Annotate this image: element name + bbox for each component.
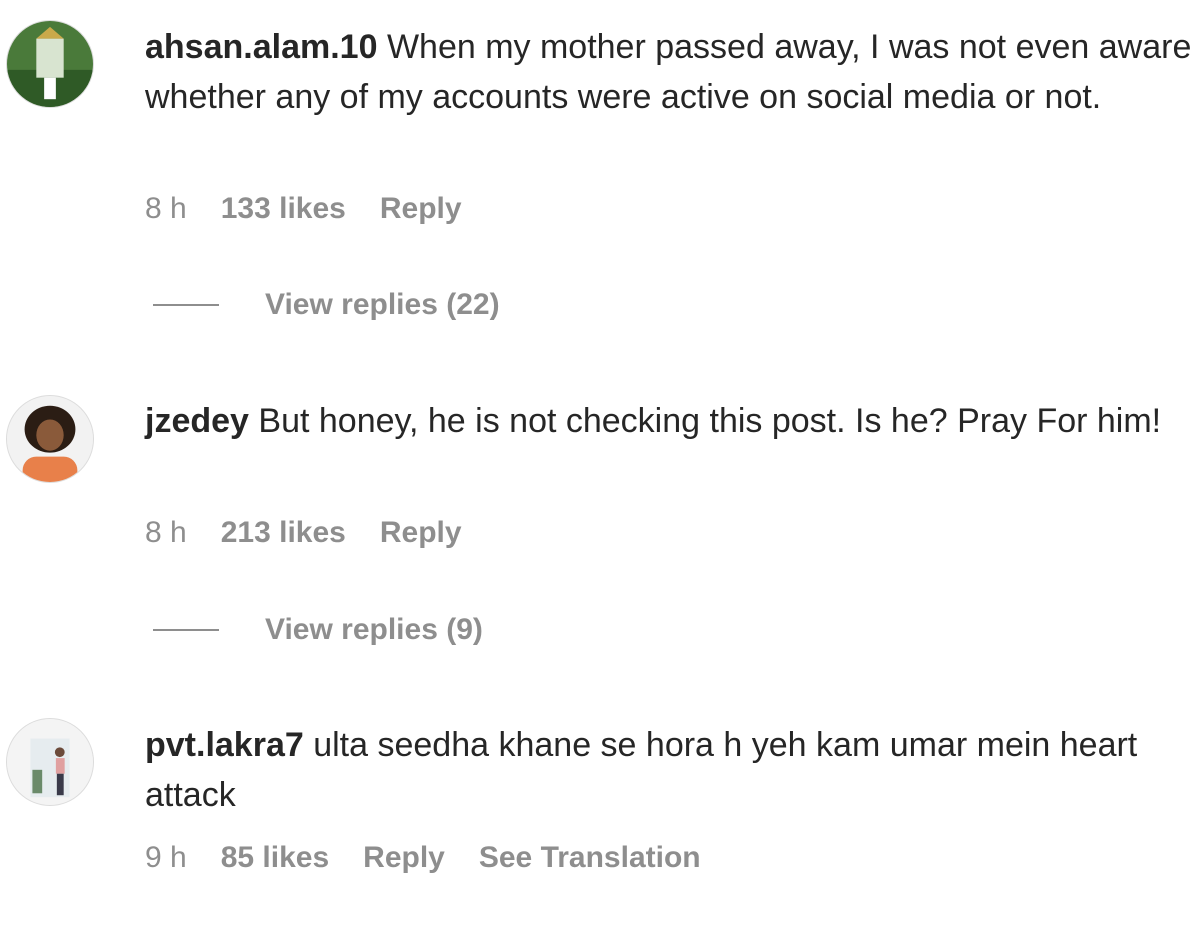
comment-text: pvt.lakra7 ulta seedha khane se hora h y… xyxy=(145,720,1195,820)
comment-text: jzedey But honey, he is not checking thi… xyxy=(145,396,1195,446)
view-replies-label: View replies (9) xyxy=(265,613,483,646)
reply-button[interactable]: Reply xyxy=(363,841,445,875)
comment-time: 8 h xyxy=(145,516,187,549)
comment-text: ahsan.alam.10 When my mother passed away… xyxy=(145,22,1195,122)
comment-meta: 8 h 213 likes Reply xyxy=(145,516,496,550)
avatar-image xyxy=(7,396,93,482)
comment-body: But honey, he is not checking this post.… xyxy=(258,402,1162,440)
comment-username[interactable]: pvt.lakra7 xyxy=(145,726,304,764)
comment-username[interactable]: ahsan.alam.10 xyxy=(145,28,377,66)
likes-count[interactable]: 213 likes xyxy=(221,516,346,550)
avatar-image xyxy=(7,21,93,107)
likes-count[interactable]: 85 likes xyxy=(221,841,329,875)
comment-time: 8 h xyxy=(145,192,187,225)
view-replies-label: View replies (22) xyxy=(265,288,500,321)
comment-meta: 9 h 85 likes Reply See Translation xyxy=(145,841,735,875)
avatar[interactable] xyxy=(6,718,94,806)
avatar[interactable] xyxy=(6,20,94,108)
reply-button[interactable]: Reply xyxy=(380,192,462,226)
likes-count[interactable]: 133 likes xyxy=(221,192,346,226)
replies-divider xyxy=(153,304,219,306)
avatar[interactable] xyxy=(6,395,94,483)
avatar-image xyxy=(7,719,93,805)
comment-username[interactable]: jzedey xyxy=(145,402,249,440)
comment-meta: 8 h 133 likes Reply xyxy=(145,192,496,226)
see-translation-button[interactable]: See Translation xyxy=(479,841,701,875)
replies-divider xyxy=(153,629,219,631)
view-replies-button[interactable]: View replies (9) xyxy=(153,613,483,647)
reply-button[interactable]: Reply xyxy=(380,516,462,550)
view-replies-button[interactable]: View replies (22) xyxy=(153,288,500,322)
comment-time: 9 h xyxy=(145,841,187,874)
